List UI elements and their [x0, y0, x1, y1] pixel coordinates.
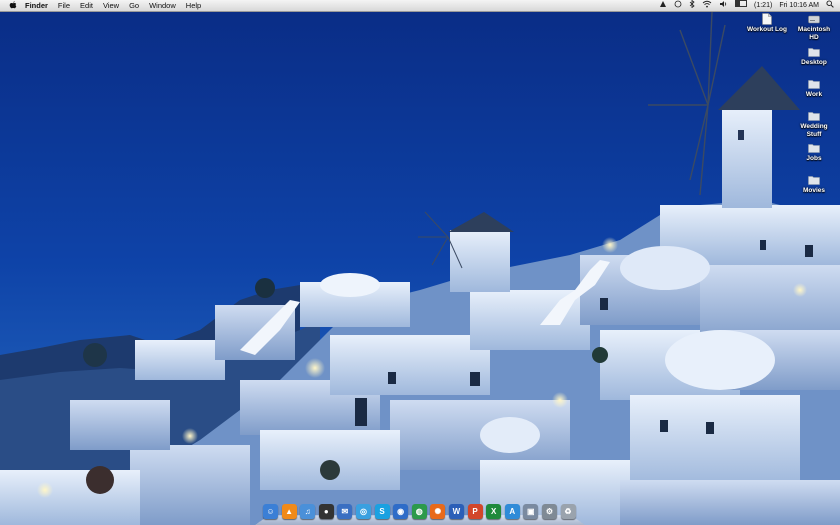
document-icon	[761, 13, 773, 25]
dock: ☺ ▲ ♫ ● ✉ ◎ S ◉ ◍ ✺ W P X A ▣ ⚙ ♻	[255, 500, 585, 525]
desktop-icon-label: Wedding Stuff	[800, 123, 828, 138]
menu-app-name[interactable]: Finder	[25, 0, 48, 11]
dock-powerpoint-icon[interactable]: P	[467, 504, 483, 519]
desktop-icon-label: Jobs	[806, 155, 822, 162]
dock-safari-icon[interactable]: ◎	[355, 504, 371, 519]
menu-view[interactable]: View	[103, 0, 119, 11]
dock-itunes-icon[interactable]: ♫	[300, 504, 316, 519]
menu-extras: (1:21) Fri 10:16 AM	[659, 0, 834, 11]
desktop-icon-jobs[interactable]: Jobs	[794, 142, 834, 163]
desktop-icon-wedding-stuff[interactable]: Wedding Stuff	[794, 110, 834, 138]
dock-appstore-icon[interactable]: A	[504, 504, 520, 519]
spotlight-icon[interactable]	[826, 0, 834, 12]
menu-go[interactable]: Go	[129, 0, 139, 11]
desktop-icon-label: Workout Log	[747, 26, 787, 33]
folder-icon	[808, 142, 820, 154]
wifi-icon[interactable]	[702, 0, 712, 12]
desktop-icon-work[interactable]: Work	[794, 78, 834, 99]
menu-help[interactable]: Help	[186, 0, 201, 11]
desktop-icon-label: Movies	[802, 187, 826, 194]
time-machine-icon[interactable]	[674, 0, 682, 12]
menu-clock[interactable]: Fri 10:16 AM	[779, 2, 819, 9]
desktop-icon-workout-log[interactable]: Workout Log	[747, 13, 787, 34]
desktop-icon-label: Desktop	[801, 59, 827, 66]
desktop-icon-label: Work	[805, 91, 823, 98]
volume-icon[interactable]	[719, 0, 728, 12]
dock-preview-icon[interactable]: ▣	[523, 504, 539, 519]
battery-icon[interactable]	[735, 0, 748, 11]
dock-finder-icon[interactable]: ☺	[263, 504, 278, 519]
battery-time[interactable]: (1:21)	[754, 2, 772, 9]
desktop-icon-movies[interactable]: Movies	[794, 174, 834, 195]
dock-trash-icon[interactable]: ♻	[560, 504, 576, 519]
desktop-icon-macintosh-hd[interactable]: Macintosh HD	[794, 13, 834, 41]
dock-firefox-icon[interactable]: ✺	[430, 504, 446, 519]
folder-icon	[808, 78, 820, 90]
dock-utility-icon[interactable]: ⚙	[541, 504, 557, 519]
dock-system-icon[interactable]: ◉	[393, 504, 409, 519]
dock-camera-icon[interactable]: ●	[318, 504, 334, 519]
menu-edit[interactable]: Edit	[80, 0, 93, 11]
bluetooth-icon[interactable]	[689, 0, 695, 12]
apple-logo-icon[interactable]	[8, 1, 17, 10]
dock-chrome-icon[interactable]: ◍	[411, 504, 427, 519]
dock-word-icon[interactable]: W	[448, 504, 464, 519]
menu-bar: Finder File Edit View Go Window Help (1:…	[0, 0, 840, 12]
folder-icon	[808, 110, 820, 122]
dock-mail-icon[interactable]: ✉	[337, 504, 353, 519]
desktop-wallpaper	[0, 0, 840, 525]
folder-icon	[808, 174, 820, 186]
desktop-icon-label: Macintosh HD	[797, 26, 831, 41]
desktop-icon-desktop[interactable]: Desktop	[794, 46, 834, 67]
dock-skype-icon[interactable]: S	[374, 504, 390, 519]
dock-items: ☺ ▲ ♫ ● ✉ ◎ S ◉ ◍ ✺ W P X A ▣ ⚙ ♻	[263, 504, 576, 519]
dock-vlc-icon[interactable]: ▲	[281, 504, 297, 519]
script-menu-icon[interactable]	[659, 0, 667, 12]
menu-file[interactable]: File	[58, 0, 70, 11]
menu-window[interactable]: Window	[149, 0, 176, 11]
hard-drive-icon	[808, 13, 820, 25]
dock-excel-icon[interactable]: X	[486, 504, 502, 519]
folder-icon	[808, 46, 820, 58]
